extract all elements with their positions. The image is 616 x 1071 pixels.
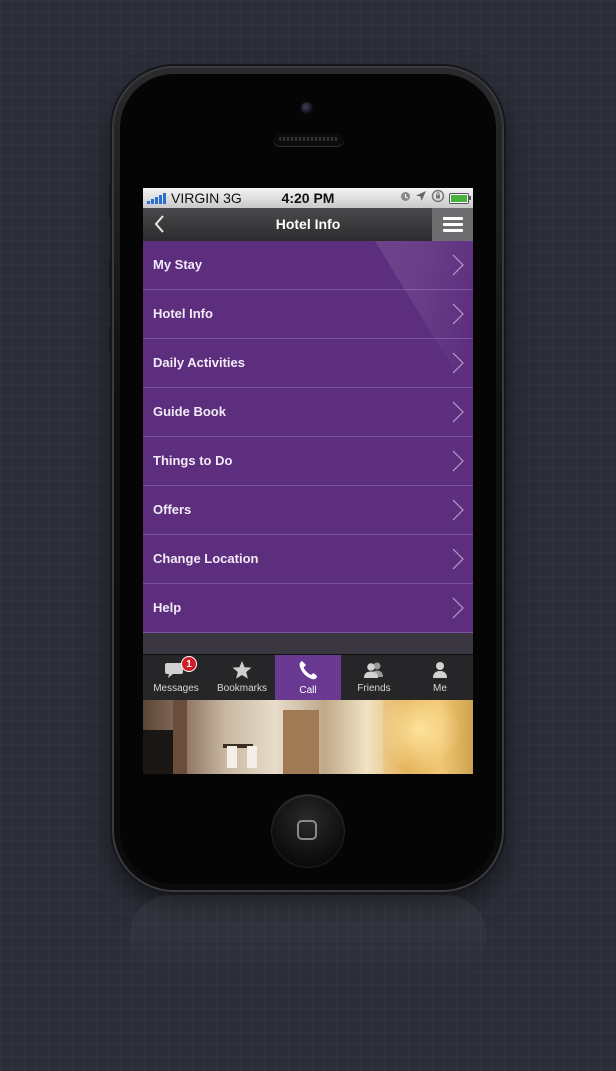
tab-messages[interactable]: 1 Messages	[143, 655, 209, 700]
chevron-left-icon	[154, 215, 164, 233]
status-bar: VIRGIN 3G 4:20 PM	[143, 188, 473, 208]
tab-label: Bookmarks	[216, 683, 267, 694]
menu-item-label: Guide Book	[153, 404, 226, 419]
back-button[interactable]	[149, 212, 175, 236]
chevron-right-icon	[452, 499, 464, 521]
menu-item-hotel-info[interactable]: Hotel Info	[143, 290, 473, 339]
chevron-right-icon	[452, 450, 464, 472]
menu-item-label: Offers	[153, 502, 192, 517]
hotel-photo-banner	[143, 700, 473, 774]
hamburger-menu-button[interactable]	[432, 208, 473, 241]
friends-icon	[364, 662, 383, 678]
hamburger-icon	[442, 217, 463, 220]
tab-label: Me	[433, 683, 447, 694]
alarm-icon	[400, 191, 411, 206]
earpiece-speaker	[273, 132, 344, 146]
tab-label: Messages	[153, 683, 199, 694]
tab-bar: 1 Messages Bookmarks Call Friends Me	[143, 654, 473, 700]
phone-reflection	[130, 895, 486, 975]
menu-item-label: Change Location	[153, 551, 259, 566]
chevron-right-icon	[452, 597, 464, 619]
menu-item-help[interactable]: Help	[143, 584, 473, 633]
menu-item-label: Hotel Info	[153, 306, 213, 321]
battery-icon	[449, 192, 471, 204]
menu-item-my-stay[interactable]: My Stay	[143, 241, 473, 290]
chevron-right-icon	[452, 548, 464, 570]
location-arrow-icon	[415, 190, 427, 206]
front-camera	[301, 102, 313, 114]
menu-item-offers[interactable]: Offers	[143, 486, 473, 535]
chevron-right-icon	[452, 401, 464, 423]
menu-item-label: Things to Do	[153, 453, 233, 468]
unread-badge: 1	[181, 656, 197, 672]
tab-label: Friends	[357, 683, 391, 694]
tab-me[interactable]: Me	[407, 655, 473, 700]
menu-item-things-to-do[interactable]: Things to Do	[143, 437, 473, 486]
menu-item-label: Daily Activities	[153, 355, 246, 370]
chevron-right-icon	[452, 303, 464, 325]
navigation-bar: Hotel Info	[143, 208, 473, 242]
chevron-right-icon	[452, 254, 464, 276]
chevron-right-icon	[452, 352, 464, 374]
phone-icon	[299, 661, 317, 680]
home-button[interactable]	[272, 795, 344, 867]
tab-friends[interactable]: Friends	[341, 655, 407, 700]
person-icon	[433, 662, 447, 678]
menu-item-label: Help	[153, 600, 182, 615]
page-title: Hotel Info	[275, 216, 341, 232]
app-screen: VIRGIN 3G 4:20 PM Hotel Info My Stay Hot…	[143, 188, 473, 774]
hotel-menu-list: My Stay Hotel Info Daily Activities Guid…	[143, 241, 473, 633]
rotation-lock-icon	[431, 189, 445, 207]
tab-call[interactable]: Call	[275, 655, 341, 700]
menu-item-change-location[interactable]: Change Location	[143, 535, 473, 584]
star-icon	[232, 661, 252, 679]
tab-label: Call	[299, 685, 317, 696]
menu-item-guide-book[interactable]: Guide Book	[143, 388, 473, 437]
menu-item-label: My Stay	[153, 257, 203, 272]
menu-item-daily-activities[interactable]: Daily Activities	[143, 339, 473, 388]
tab-bookmarks[interactable]: Bookmarks	[209, 655, 275, 700]
